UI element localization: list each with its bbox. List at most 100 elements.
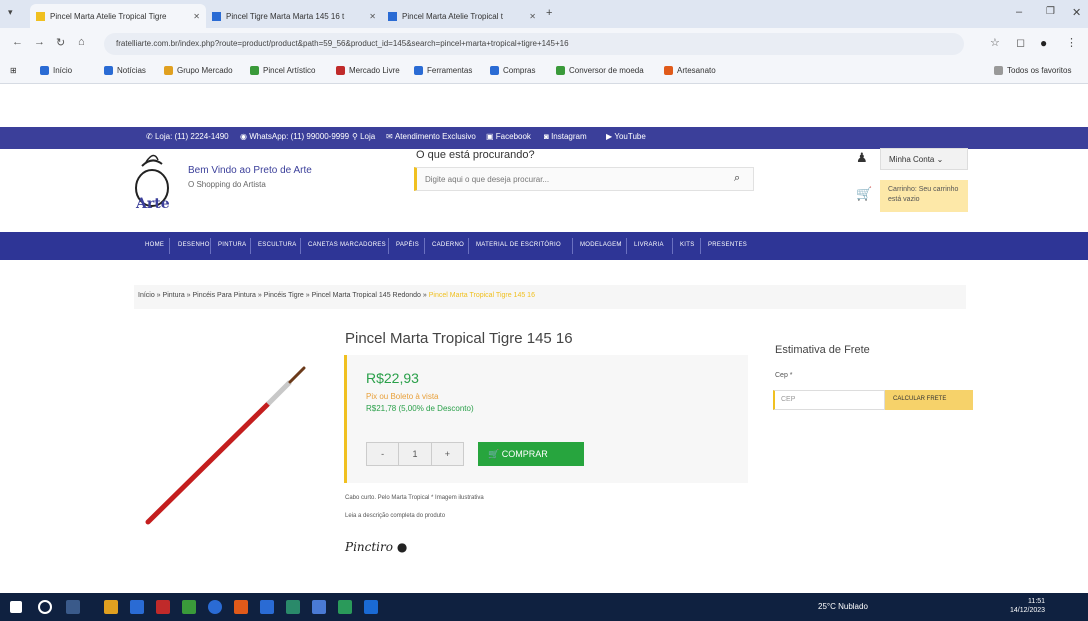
forward-icon[interactable]: → [34,36,45,48]
bookmark-item[interactable]: Notícias [104,66,146,75]
contact-mail[interactable]: ✉ Atendimento Exclusivo [386,132,476,141]
bookmark-item[interactable]: Início [40,66,72,75]
close-tab-icon[interactable]: ✕ [525,12,536,21]
browser-tab[interactable]: Pincel Tigre Marta Marta 145 16 t ✕ [206,4,382,28]
browser-tab[interactable]: Pincel Marta Atelie Tropical t ✕ [382,4,542,28]
file-explorer-icon[interactable] [104,600,118,614]
menu-item-desenho[interactable]: DESENHO [178,242,210,248]
browser-tab[interactable]: Pincel Marta Atelie Tropical Tigre ✕ [30,4,206,28]
clock[interactable]: 11:51 14/12/2023 [1010,597,1045,615]
bookmarks-bar: ⊞ Início Notícias Grupo Mercado Pincel A… [0,60,1088,84]
app-icon[interactable] [156,600,170,614]
breadcrumb-item[interactable]: Pincéis Tigre [264,292,304,299]
breadcrumb-item[interactable]: Início [138,292,155,299]
taskbar: 25°C Nublado 11:51 14/12/2023 [0,593,1088,621]
bookmark-item[interactable]: Mercado Livre [336,66,400,75]
calculate-shipping-button[interactable]: CALCULAR FRETE [885,390,973,410]
search-icon[interactable] [38,600,52,614]
welcome-title: Bem Vindo ao Preto de Arte [188,165,312,176]
bookmark-item[interactable]: Pincel Artístico [250,66,315,75]
apps-icon[interactable]: ⊞ [10,66,17,75]
tab-search-icon[interactable]: ▾ [8,7,13,18]
contact-youtube[interactable]: ▶ YouTube [606,132,646,141]
qty-input[interactable]: 1 [399,443,432,465]
qty-minus-button[interactable]: - [367,443,400,465]
browser-toolbar: ← → ↻ ⌂ fratelliarte.com.br/index.php?ro… [0,28,1088,60]
new-tab-button[interactable]: + [546,7,552,19]
account-button[interactable]: Minha Conta ⌄ [880,148,968,170]
contact-phone[interactable]: ✆ Loja: (11) 2224-1490 [146,132,229,141]
cep-label: Cep * [775,372,793,379]
menu-item-kits[interactable]: KITS [680,242,695,248]
product-image[interactable] [140,360,320,530]
facebook-icon: ▣ [486,132,496,141]
product-description-link[interactable]: Leia a descrição completa do produto [345,513,445,519]
task-view-icon[interactable] [66,600,80,614]
menu-item-escritorio[interactable]: MATERIAL DE ESCRITÓRIO [476,242,561,248]
cart-button[interactable]: Carrinho: Seu carrinho está vazio [880,180,968,212]
contact-whatsapp[interactable]: ◉ WhatsApp: (11) 99000-9999 [240,132,349,141]
breadcrumb-current: Pincel Marta Tropical Tigre 145 16 [428,292,535,299]
address-bar[interactable]: fratelliarte.com.br/index.php?route=prod… [104,33,964,55]
app-icon[interactable] [182,600,196,614]
app-icon[interactable] [364,600,378,614]
back-icon[interactable]: ← [12,36,23,48]
home-icon[interactable]: ⌂ [78,36,85,48]
boleto-label: Pix ou Boleto à vista [366,392,439,401]
shipping-title: Estimativa de Frete [775,344,870,356]
weather-widget[interactable]: 25°C Nublado [818,602,868,611]
boleto-price: R$21,78 (5,00% de Desconto) [366,404,474,413]
product-title: Pincel Marta Tropical Tigre 145 16 [345,330,573,347]
word-icon[interactable] [260,600,274,614]
product-price: R$22,93 [366,370,419,386]
breadcrumb-item[interactable]: Pincéis Para Pintura [193,292,256,299]
bookmark-item[interactable]: Artesanato [664,66,716,75]
mail-icon: ✉ [386,132,395,141]
extensions-icon[interactable]: ◻ [1016,36,1025,49]
app-icon[interactable] [312,600,326,614]
contact-location[interactable]: ⚲ Loja [352,132,375,141]
reload-icon[interactable]: ↻ [56,36,65,49]
bookmark-star-icon[interactable]: ☆ [990,36,1000,49]
breadcrumb-item[interactable]: Pintura [163,292,185,299]
bookmark-item[interactable]: Conversor de moeda [556,66,644,75]
start-icon[interactable] [10,601,22,613]
menu-divider [169,238,170,254]
excel-icon[interactable] [338,600,352,614]
contact-facebook[interactable]: ▣ Facebook [486,132,531,141]
menu-icon[interactable]: ⋮ [1066,36,1077,49]
menu-item-escultura[interactable]: ESCULTURA [258,242,297,248]
menu-item-livraria[interactable]: LIVRARIA [634,242,664,248]
search-input[interactable]: Digite aqui o que deseja procurar... [414,167,754,191]
edge-icon[interactable] [208,600,222,614]
menu-item-caderno[interactable]: CADERNO [432,242,464,248]
menu-item-home[interactable]: HOME [145,242,164,248]
app-icon[interactable] [130,600,144,614]
profile-icon[interactable]: ● [1040,36,1047,50]
qty-plus-button[interactable]: + [432,443,463,465]
close-window-icon[interactable]: ✕ [1072,6,1081,19]
app-icon[interactable] [234,600,248,614]
tab-label: Pincel Marta Atelie Tropical t [402,11,503,21]
search-icon[interactable]: ⌕ [734,172,740,185]
bookmark-item[interactable]: Ferramentas [414,66,472,75]
bookmark-item[interactable]: Todos os favoritos [994,66,1071,75]
close-tab-icon[interactable]: ✕ [189,12,200,21]
close-tab-icon[interactable]: ✕ [365,12,376,21]
contact-instagram[interactable]: ◙ Instagram [544,132,587,141]
menu-divider [700,238,701,254]
bookmark-item[interactable]: Compras [490,66,535,75]
menu-item-presentes[interactable]: PRESENTES [708,242,747,248]
menu-divider [468,238,469,254]
cep-input[interactable]: CEP [773,390,885,410]
buy-button[interactable]: 🛒 COMPRAR [478,442,584,466]
maximize-icon[interactable]: ❐ [1046,6,1055,17]
menu-item-pintura[interactable]: PINTURA [218,242,246,248]
app-icon[interactable] [286,600,300,614]
menu-item-canetas[interactable]: CANETAS MARCADORES [308,242,386,248]
breadcrumb-item[interactable]: Pincel Marta Tropical 145 Redondo [312,292,421,299]
bookmark-item[interactable]: Grupo Mercado [164,66,233,75]
menu-item-papeis[interactable]: PAPÉIS [396,242,419,248]
menu-item-modelagem[interactable]: MODELAGEM [580,242,622,248]
minimize-icon[interactable]: – [1016,6,1022,18]
